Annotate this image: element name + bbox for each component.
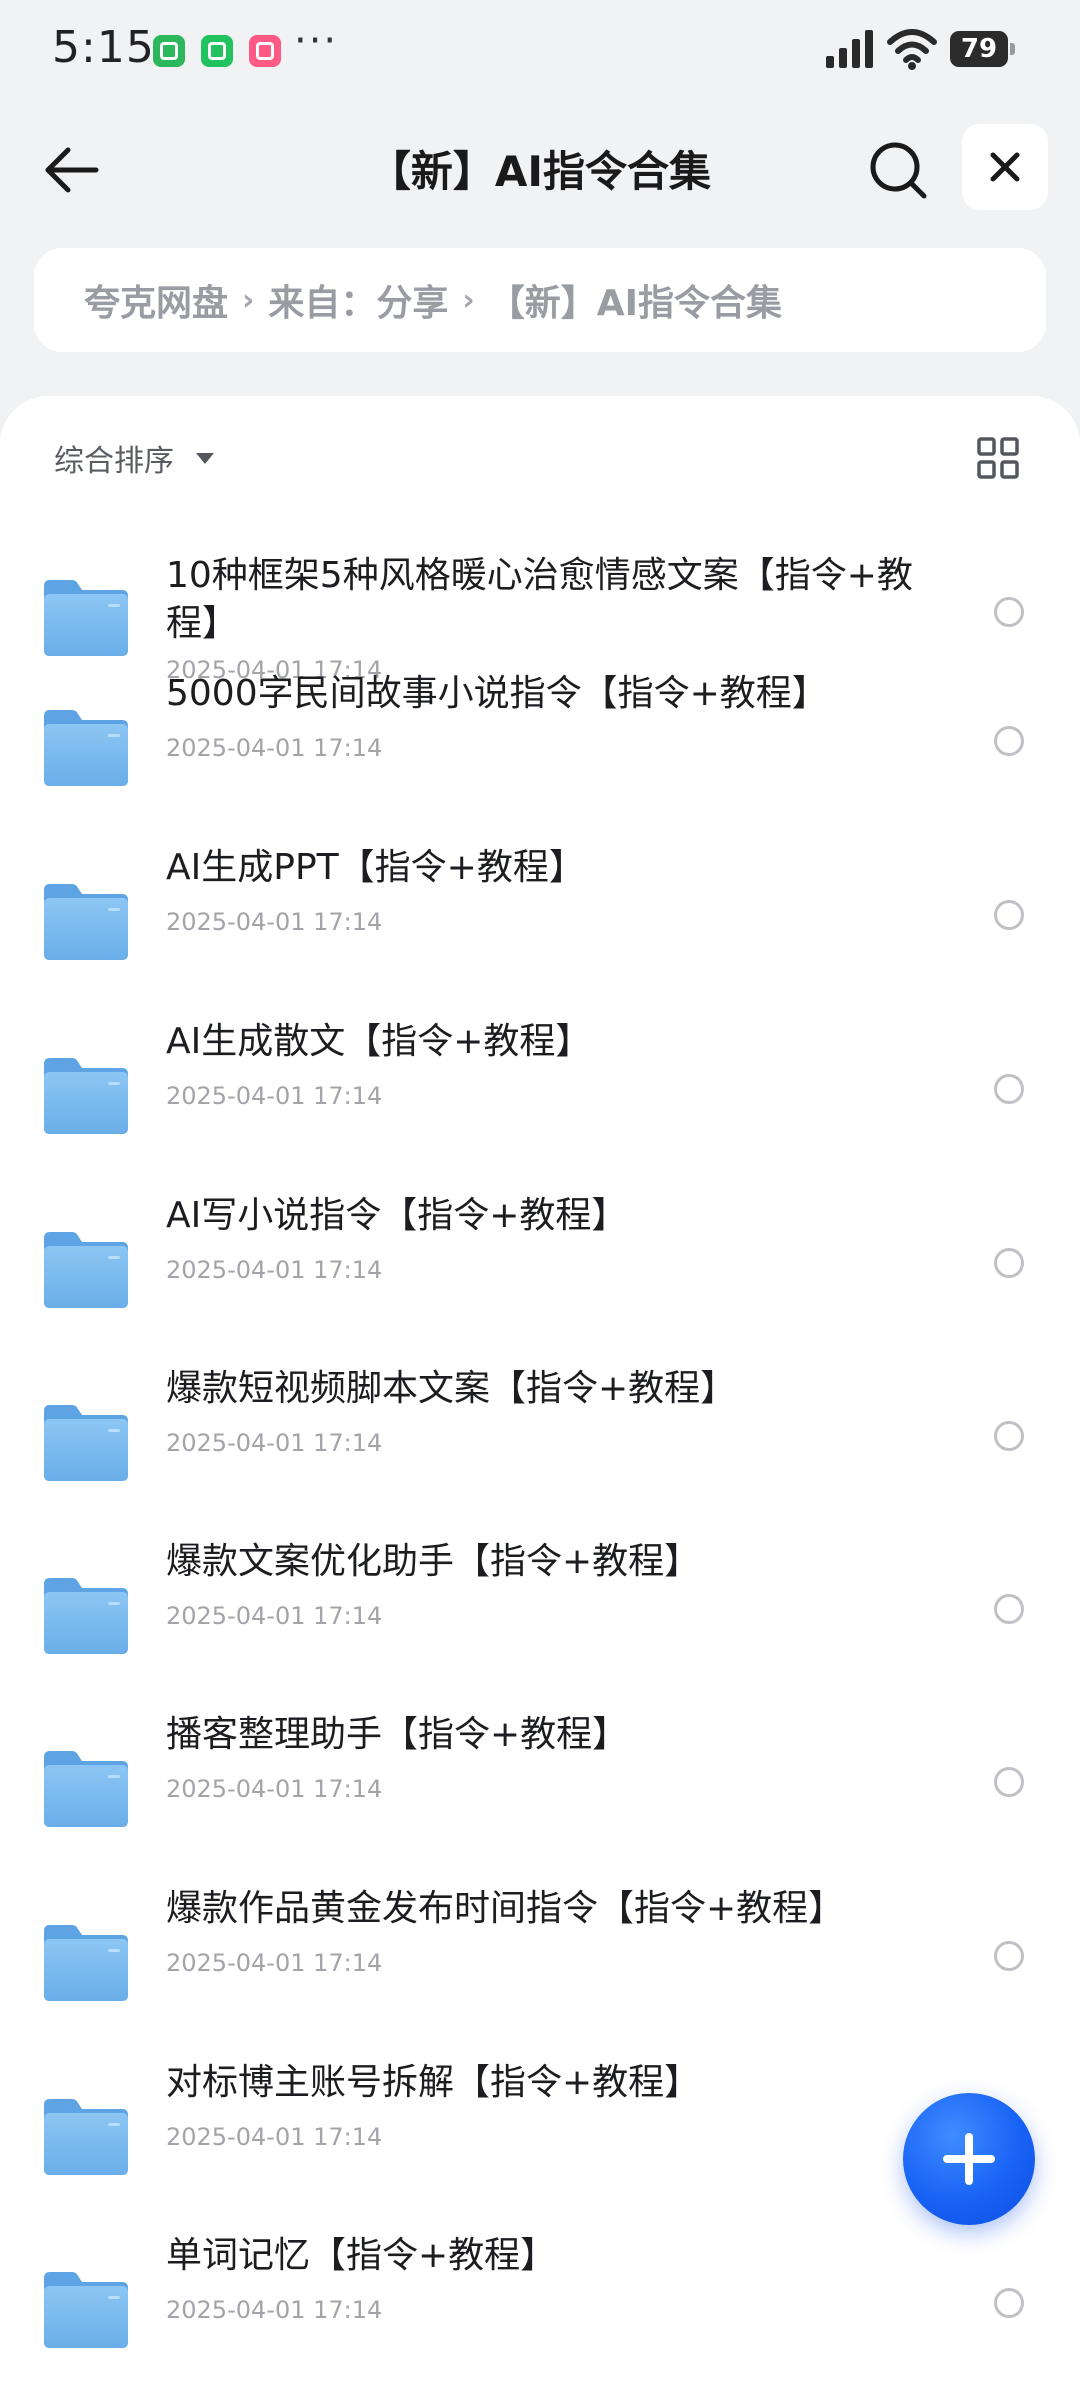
file-date: 2025-04-01 17:14	[166, 2296, 383, 2324]
file-row[interactable]: AI写小说指令【指令+教程】 2025-04-01 17:14	[0, 1178, 1080, 1350]
file-name: 爆款文案优化助手【指令+教程】	[166, 1541, 701, 1582]
file-name: 对标博主账号拆解【指令+教程】	[166, 2062, 701, 2103]
file-row[interactable]: 播客整理助手【指令+教程】 2025-04-01 17:14	[0, 1697, 1080, 1869]
select-checkbox[interactable]	[994, 2288, 1024, 2318]
select-checkbox[interactable]	[994, 1074, 1024, 1104]
breadcrumb-item-quark-drive[interactable]: 夸克网盘	[84, 274, 228, 326]
chevron-right-icon: ›	[242, 282, 255, 318]
folder-icon	[44, 1578, 128, 1654]
file-name: 爆款作品黄金发布时间指令【指令+教程】	[166, 1888, 845, 1929]
file-name: 播客整理助手【指令+教程】	[166, 1714, 629, 1755]
select-checkbox[interactable]	[994, 597, 1024, 627]
file-name: 单词记忆【指令+教程】	[166, 2235, 557, 2276]
folder-icon	[44, 1058, 128, 1134]
file-name: AI生成PPT【指令+教程】	[166, 847, 585, 888]
search-icon	[870, 142, 927, 199]
battery-indicator: 79	[950, 31, 1016, 67]
chevron-right-icon: ›	[462, 282, 475, 318]
grid-view-icon	[977, 437, 1019, 479]
grid-view-button[interactable]	[976, 436, 1020, 480]
folder-icon	[44, 2099, 128, 2175]
breadcrumb: 夸克网盘 › 来自：分享 › 【新】AI指令合集	[34, 248, 1046, 352]
folder-icon	[44, 1405, 128, 1481]
status-time: 5:15	[52, 22, 155, 73]
battery-level: 79	[950, 31, 1008, 67]
caret-down-icon	[196, 452, 214, 464]
file-row[interactable]: 5000字民间故事小说指令【指令+教程】 2025-04-01 17:14	[0, 656, 1080, 828]
file-date: 2025-04-01 17:14	[166, 1602, 383, 1630]
folder-icon	[44, 580, 128, 656]
wechat-icon	[201, 35, 233, 67]
file-row[interactable]: 爆款作品黄金发布时间指令【指令+教程】 2025-04-01 17:14	[0, 1871, 1080, 2043]
message-app-icon	[153, 35, 185, 67]
folder-icon	[44, 1232, 128, 1308]
sort-label: 综合排序	[54, 444, 174, 479]
folder-icon	[44, 1751, 128, 1827]
battery-cap	[1010, 43, 1015, 55]
file-row[interactable]: 爆款短视频脚本文案【指令+教程】 2025-04-01 17:14	[0, 1351, 1080, 1523]
file-date: 2025-04-01 17:14	[166, 1256, 383, 1284]
back-button[interactable]	[36, 134, 108, 206]
signal-icon	[826, 30, 873, 68]
file-date: 2025-04-01 17:14	[166, 734, 383, 762]
close-button[interactable]	[962, 124, 1048, 210]
file-name: AI生成散文【指令+教程】	[166, 1021, 592, 1062]
file-date: 2025-04-01 17:14	[166, 1949, 383, 1977]
select-checkbox[interactable]	[994, 726, 1024, 756]
file-date: 2025-04-01 17:14	[166, 1775, 383, 1803]
file-name: 10种框架5种风格暖心治愈情感文案【指令+教程】	[166, 555, 913, 644]
file-list-panel: 综合排序 10种框架5种风格暖心治愈情感文案【指令+教程】 2025-04-01 …	[0, 396, 1080, 2400]
select-checkbox[interactable]	[994, 1248, 1024, 1278]
file-name: AI写小说指令【指令+教程】	[166, 1195, 628, 1236]
file-name: 爆款短视频脚本文案【指令+教程】	[166, 1368, 737, 1409]
arrow-left-icon	[45, 147, 99, 193]
file-row[interactable]: 单词记忆【指令+教程】 2025-04-01 17:14	[0, 2218, 1080, 2390]
folder-icon	[44, 710, 128, 786]
wifi-icon	[887, 29, 937, 70]
select-checkbox[interactable]	[994, 900, 1024, 930]
breadcrumb-item-shared[interactable]: 来自：分享	[268, 274, 448, 326]
status-bar: 5:15 ··· 79	[0, 0, 1080, 100]
select-checkbox[interactable]	[994, 1421, 1024, 1451]
page-title: 【新】AI指令合集	[368, 147, 712, 196]
close-icon	[990, 152, 1020, 182]
video-app-icon	[249, 35, 281, 67]
breadcrumb-item-current: 【新】AI指令合集	[488, 283, 783, 324]
sort-dropdown[interactable]: 综合排序	[54, 436, 214, 480]
select-checkbox[interactable]	[994, 1767, 1024, 1797]
select-checkbox[interactable]	[994, 1941, 1024, 1971]
file-date: 2025-04-01 17:14	[166, 2123, 383, 2151]
plus-icon	[965, 2133, 973, 2185]
file-date: 2025-04-01 17:14	[166, 908, 383, 936]
search-button[interactable]	[862, 134, 934, 206]
add-button[interactable]	[903, 2093, 1035, 2225]
folder-icon	[44, 884, 128, 960]
file-name: 5000字民间故事小说指令【指令+教程】	[166, 673, 828, 714]
file-row[interactable]: AI生成PPT【指令+教程】 2025-04-01 17:14	[0, 830, 1080, 1002]
folder-icon	[44, 2272, 128, 2348]
file-row[interactable]: 爆款文案优化助手【指令+教程】 2025-04-01 17:14	[0, 1524, 1080, 1696]
select-checkbox[interactable]	[994, 1594, 1024, 1624]
folder-icon	[44, 1925, 128, 2001]
more-notifications-icon: ···	[294, 18, 339, 64]
file-row[interactable]: AI生成散文【指令+教程】 2025-04-01 17:14	[0, 1004, 1080, 1176]
file-date: 2025-04-01 17:14	[166, 1429, 383, 1457]
file-date: 2025-04-01 17:14	[166, 1082, 383, 1110]
